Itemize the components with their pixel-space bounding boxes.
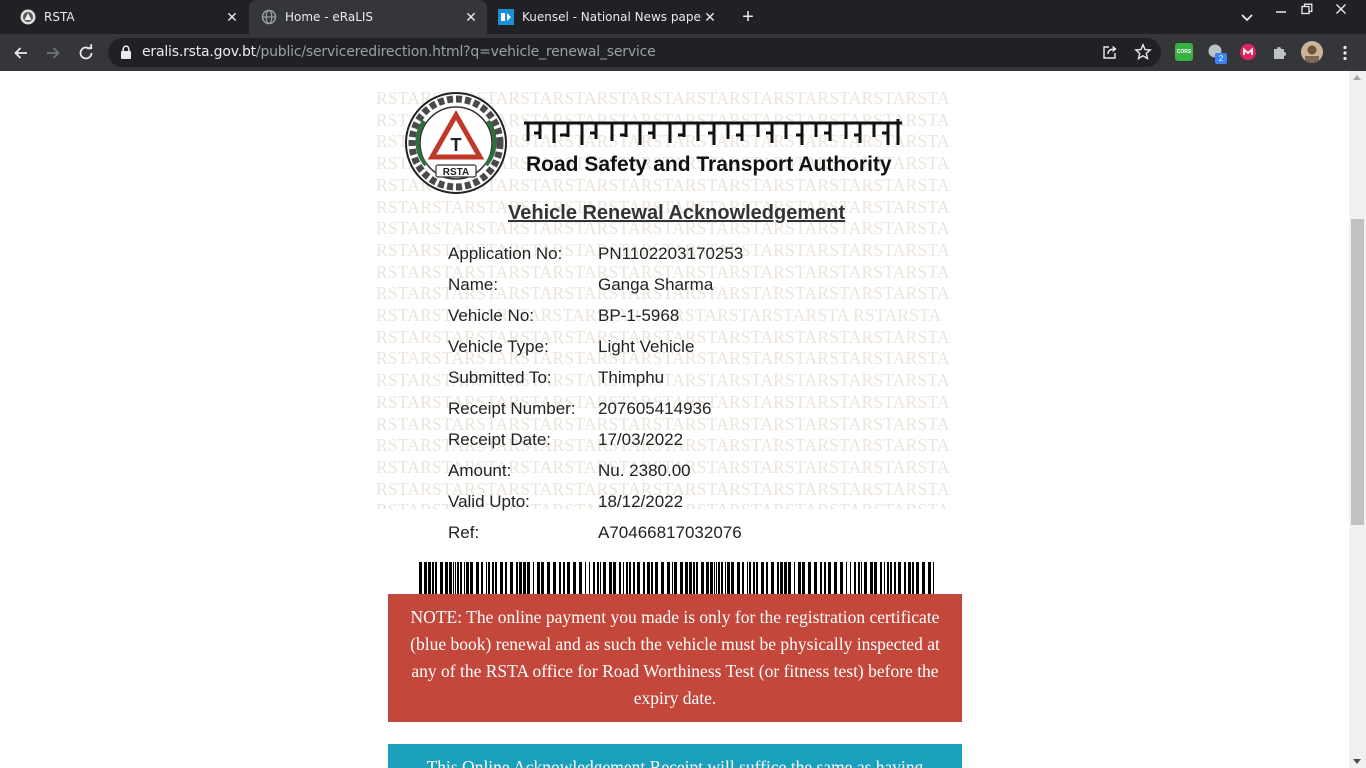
url-text[interactable]: eralis.rsta.gov.bt/public/serviceredirec… (142, 44, 656, 60)
detail-label: Application No: (448, 244, 563, 263)
close-icon[interactable]: ✕ (224, 9, 240, 25)
tab-rsta[interactable]: RSTA ✕ (0, 0, 248, 34)
extension-badge: 2 (1215, 53, 1227, 64)
rsta-favicon-icon (20, 9, 36, 25)
menu-kebab-icon[interactable] (1333, 41, 1357, 65)
detail-label: Receipt Date: (448, 430, 551, 449)
receipt-note: This Online Acknowledgement Receipt will… (388, 744, 962, 768)
logo-letter: T (451, 135, 462, 155)
bookmark-star-icon[interactable] (1134, 43, 1152, 66)
reload-button[interactable] (74, 41, 98, 65)
detail-value: PN1102203170253 (598, 244, 744, 263)
extension-m-icon[interactable] (1239, 43, 1257, 61)
detail-value: 207605414936 (598, 399, 712, 418)
detail-label: Vehicle Type: (448, 337, 549, 356)
lock-icon[interactable] (120, 45, 132, 64)
detail-label: Valid Upto: (448, 492, 530, 511)
detail-value: Thimphu (598, 368, 665, 387)
url-path: /public/serviceredirection.html?q=vehicl… (255, 44, 656, 60)
scrollbar-thumb[interactable] (1351, 219, 1364, 525)
tab-search-chevron-icon[interactable] (1238, 8, 1256, 26)
forward-button[interactable] (41, 41, 65, 65)
tab-title: Kuensel - National News paper o (522, 10, 702, 24)
page-title: Vehicle Renewal Acknowledgement (508, 202, 846, 224)
detail-label: Receipt Number: (448, 399, 576, 418)
rsta-logo: T RSTA (404, 91, 508, 195)
kuensel-favicon-icon (498, 9, 514, 25)
payment-note: NOTE: The online payment you made is onl… (388, 594, 962, 722)
detail-value: Light Vehicle (598, 337, 695, 356)
detail-value: 17/03/2022 (598, 430, 684, 449)
extension-chat-icon[interactable]: 2 (1207, 43, 1227, 64)
window-close-button[interactable] (1328, 0, 1354, 18)
page-viewport: RSTARSTARSTARSTARSTARSTARSTARSTARSTARSTA… (0, 71, 1349, 768)
tab-title: RSTA (44, 10, 75, 24)
detail-label: Ref: (448, 523, 480, 542)
extensions-puzzle-icon[interactable] (1271, 43, 1289, 61)
org-name: Road Safety and Transport Authority (526, 153, 892, 176)
close-icon[interactable]: ✕ (463, 9, 479, 25)
detail-value: 18/12/2022 (598, 492, 684, 511)
new-tab-button[interactable]: + (738, 7, 758, 27)
address-bar[interactable]: eralis.rsta.gov.bt/public/serviceredirec… (108, 38, 1161, 67)
detail-value: BP-1-5968 (598, 306, 680, 325)
close-icon[interactable]: ✕ (702, 9, 718, 25)
scroll-down-icon[interactable] (1353, 759, 1361, 764)
tab-strip: RSTA ✕ Home - eRaLIS ✕ Kuensel - Nationa… (0, 0, 1366, 34)
detail-label: Vehicle No: (448, 306, 534, 325)
profile-avatar[interactable] (1301, 41, 1323, 63)
browser-toolbar: eralis.rsta.gov.bt/public/serviceredirec… (0, 34, 1366, 71)
restore-button[interactable] (1294, 0, 1320, 18)
logo-text: RSTA (443, 167, 469, 178)
globe-icon (261, 9, 277, 25)
back-button[interactable] (9, 41, 33, 65)
detail-label: Submitted To: (448, 368, 552, 387)
tab-home-eralis[interactable]: Home - eRaLIS ✕ (249, 0, 487, 34)
tab-title: Home - eRaLIS (285, 10, 374, 24)
minimize-button[interactable] (1268, 0, 1294, 18)
detail-label: Amount: (448, 461, 512, 480)
detail-value: Ganga Sharma (598, 275, 714, 294)
detail-label: Name: (448, 275, 499, 294)
share-icon[interactable] (1102, 44, 1118, 65)
tab-kuensel[interactable]: Kuensel - National News paper o ✕ (478, 0, 726, 34)
page-scrollbar[interactable] (1349, 71, 1366, 768)
cors-extension-icon[interactable]: CORS (1175, 43, 1193, 61)
scroll-up-icon[interactable] (1353, 75, 1361, 80)
url-host: eralis.rsta.gov.bt (142, 44, 256, 60)
detail-value: A70466817032076 (598, 523, 742, 542)
dzongkha-org-name (520, 111, 906, 153)
detail-value: Nu. 2380.00 (598, 461, 691, 480)
